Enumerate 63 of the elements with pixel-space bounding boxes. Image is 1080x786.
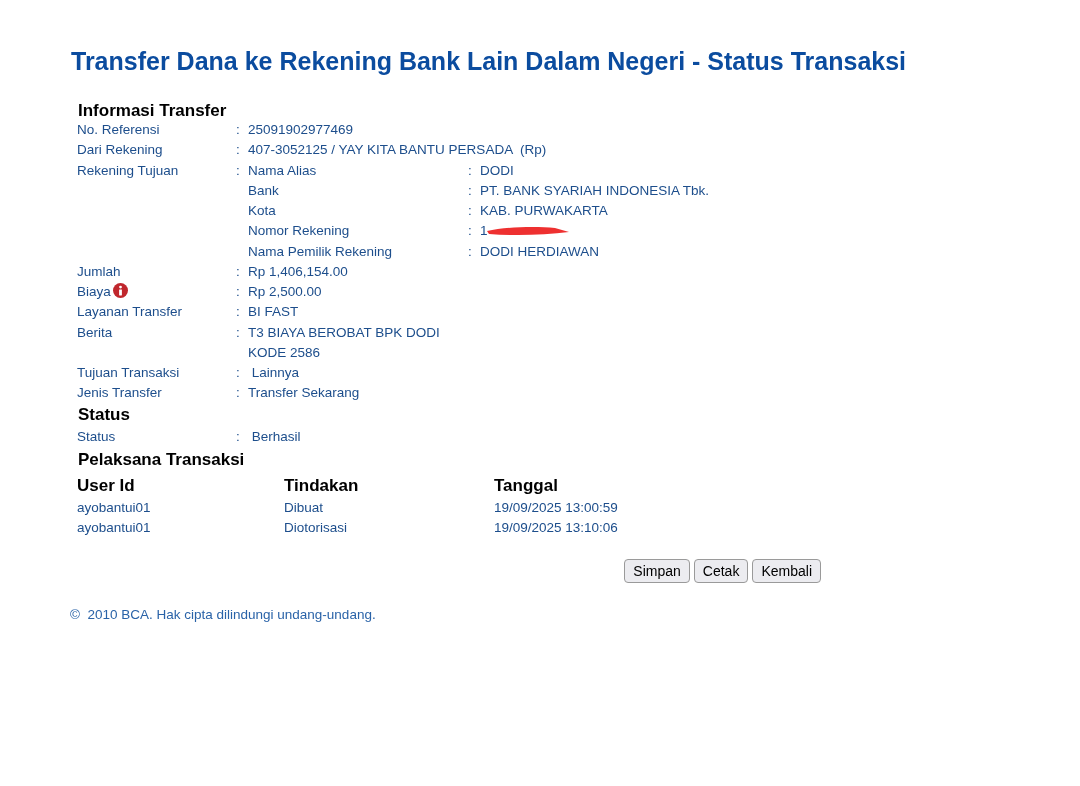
- field-label: Rekening Tujuan: [77, 161, 180, 180]
- colon: :: [236, 122, 240, 137]
- field-label: No. Referensi: [77, 121, 160, 139]
- field-label: Jenis Transfer: [77, 383, 162, 402]
- table-cell-text: Dibuat: [284, 499, 325, 518]
- colon: :: [236, 429, 240, 444]
- field-value: Lainnya: [250, 363, 300, 382]
- column-header: Tindakan: [284, 475, 360, 498]
- colon: :: [236, 263, 240, 279]
- field-value: Berhasil: [250, 428, 301, 446]
- info-icon[interactable]: [112, 282, 128, 298]
- colon: :: [236, 304, 240, 320]
- section-heading: Informasi Transfer: [78, 100, 228, 122]
- field-value: 25091902977469: [248, 121, 354, 139]
- column-header: Tanggal: [494, 475, 559, 498]
- copyright-text: © 2010 BCA. Hak cipta dilindungi undang-undang.: [70, 606, 377, 625]
- table-cell-text: Diotorisasi: [284, 519, 349, 538]
- action-button[interactable]: Cetak: [693, 559, 749, 584]
- colon: :: [236, 364, 240, 380]
- colon: :: [468, 162, 472, 178]
- field-label: Nomor Rekening: [248, 222, 351, 241]
- field-value: Transfer Sekarang: [248, 383, 360, 402]
- field-value: DODI: [480, 162, 514, 178]
- field-value: Rp 1,406,154.00: [248, 262, 348, 281]
- field-label: Berita: [77, 323, 113, 342]
- field-value: BI FAST: [248, 303, 299, 322]
- column-header: User Id: [77, 475, 136, 498]
- field-label: Nama Alias: [248, 161, 318, 180]
- field-value: KAB. PURWAKARTA: [480, 203, 608, 218]
- field-value: KODE 2586: [248, 343, 322, 362]
- page-title: Transfer Dana ke Rekening Bank Lain Dalam Negeri - Status Transaksi: [71, 46, 908, 77]
- field-label: Nama Pemilik Rekening: [248, 242, 394, 261]
- action-button[interactable]: Kembali: [752, 559, 821, 584]
- field-label: Dari Rekening: [77, 141, 163, 160]
- field-value: 1: [480, 223, 488, 239]
- colon: :: [468, 243, 472, 259]
- colon: :: [236, 142, 240, 158]
- field-value: Rp 2,500.00: [248, 283, 322, 301]
- section-heading: Pelaksana Transaksi: [78, 449, 246, 472]
- table-cell-text: 19/09/2025 13:10:06: [494, 519, 619, 538]
- field-value: DODI HERDIAWAN: [480, 243, 599, 259]
- section-heading: Status: [78, 404, 131, 426]
- table-cell-text: ayobantui01: [77, 519, 152, 538]
- action-button[interactable]: Simpan: [624, 559, 690, 584]
- field-value: 407-3052125 / YAY KITA BANTU PERSADA (Rp): [248, 141, 547, 160]
- table-cell-text: ayobantui01: [77, 499, 152, 518]
- field-label: Jumlah: [77, 262, 121, 281]
- colon: :: [236, 384, 240, 400]
- field-label: Status: [77, 428, 116, 446]
- field-label: Tujuan Transaksi: [77, 363, 180, 382]
- table-cell-text: 19/09/2025 13:00:59: [494, 499, 619, 518]
- field-label: Bank: [248, 181, 280, 200]
- field-label: Biaya: [77, 283, 111, 301]
- colon: :: [236, 284, 240, 299]
- field-value: T3 BIAYA BEROBAT BPK DODI: [248, 323, 440, 342]
- colon: :: [468, 203, 472, 218]
- colon: :: [468, 182, 472, 198]
- colon: :: [236, 162, 240, 178]
- field-label: Layanan Transfer: [77, 303, 183, 322]
- field-label: Kota: [248, 202, 277, 220]
- colon: :: [468, 223, 472, 239]
- colon: :: [236, 324, 240, 340]
- field-value: PT. BANK SYARIAH INDONESIA Tbk.: [480, 182, 710, 198]
